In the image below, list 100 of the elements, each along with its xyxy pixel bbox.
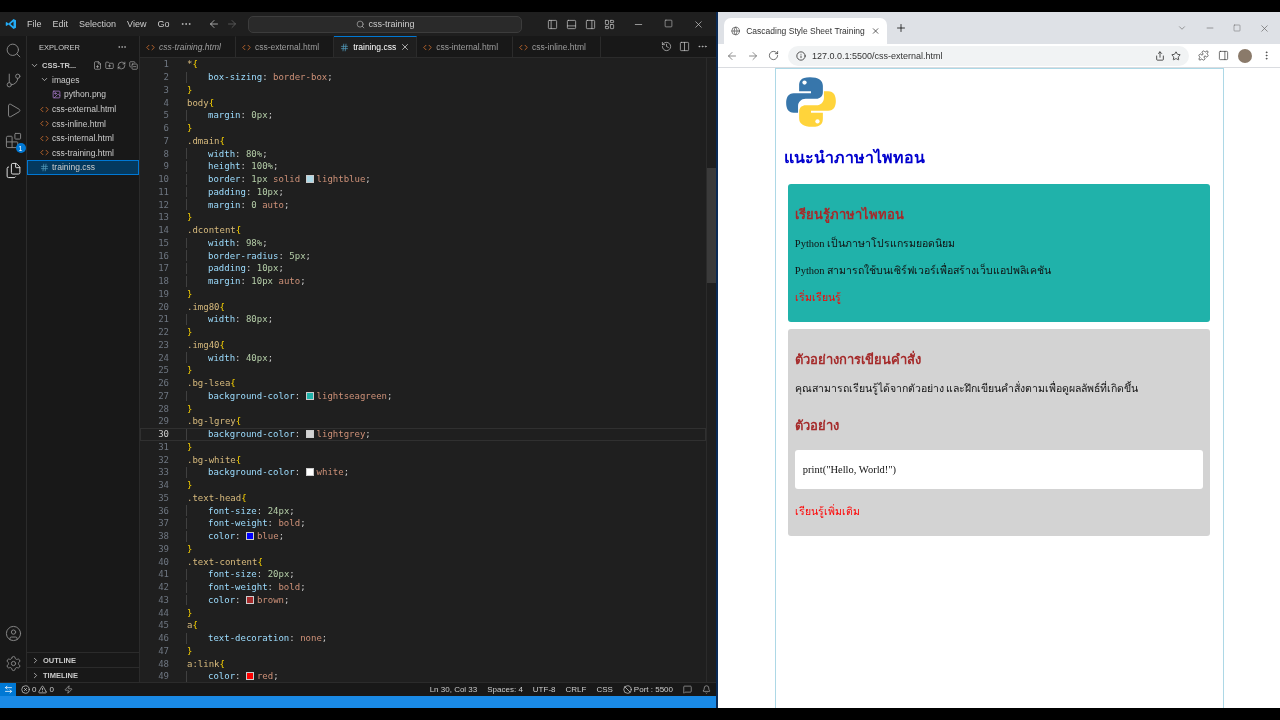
code-text: } [187,288,193,299]
card-heading: เรียนรู้ภาษาไพทอน [794,206,904,225]
code-text: text-decoration: none; [208,633,328,644]
code-example: print("Hello, World!") [794,450,1204,489]
code-text: } [187,403,193,414]
code-text: margin: 0 auto; [208,199,290,210]
line-number: 27 [157,390,169,401]
code-text: a:link{ [187,658,225,669]
port-status[interactable]: Port : 5500 [633,685,673,694]
line-number: 24 [157,352,169,363]
line-number: 39 [157,543,169,554]
code-text: margin: 10px auto; [208,276,306,287]
line-number: 6 [162,123,169,134]
code-text: padding: 10px; [208,186,284,197]
line-number: 22 [157,327,169,338]
status-item[interactable]: Ln 30, Col 33 [429,685,478,694]
status-item[interactable]: CRLF [565,685,587,694]
menu-item[interactable]: File [27,19,42,29]
line-number: 10 [157,174,169,185]
code-text: .bg-white{ [187,454,242,465]
menu-item[interactable]: Selection [79,19,117,29]
code-text: .dcontent{ [187,225,242,236]
line-number: 21 [157,314,169,325]
tree-item[interactable]: css-internal.html [27,130,139,146]
code-text: lightseagreen; [316,390,393,401]
code-text: } [187,212,193,223]
code-text: body{ [187,97,215,108]
code-text: font-size: 24px; [208,505,295,516]
code-text: color: [208,671,242,682]
command-center[interactable]: css-training [248,15,523,33]
code-text: padding: 10px; [208,263,284,274]
line-number: 30 [157,429,169,440]
menu-item[interactable]: Edit [52,19,69,29]
tree-item[interactable]: css-inline.html [27,116,139,131]
tree-item[interactable]: training.css [27,160,139,175]
line-number: 7 [162,135,169,146]
line-number: 44 [157,607,169,618]
menu-item[interactable]: View [127,19,147,29]
code-text: .text-head{ [187,492,247,503]
line-number: 5 [162,110,169,121]
editor-tab[interactable]: training.css [334,36,418,57]
tree-item[interactable]: css-external.html [27,101,139,117]
code-text: } [187,645,193,656]
card-text: Python สามารถใช้บนเซิร์ฟเวอร์เพื่อสร้างเว็บแอปพลิเคชัน [794,262,1052,278]
code-text: .img40{ [187,339,225,350]
line-number: 31 [157,441,169,452]
code-text: .bg-lgrey{ [187,416,242,427]
code-text: red; [256,671,279,682]
line-number: 8 [162,148,169,159]
code-text: background-color: [208,467,302,478]
card-text: Python เป็นภาษาโปรแกรมยอดนิยม [794,235,956,251]
code-text: color: [208,531,242,542]
code-text: *{ [187,59,198,70]
code-text: background-color: [208,390,302,401]
line-number: 13 [157,212,169,223]
status-item[interactable]: CSS [596,685,613,694]
folder-tree-item[interactable]: images [27,72,139,88]
line-number: 48 [157,658,169,669]
line-number: 26 [157,378,169,389]
code-text: } [187,543,193,554]
line-number: 40 [157,556,169,567]
code-text: .img80{ [187,301,225,312]
code-text: width: 40px; [208,352,274,363]
code-text: font-weight: bold; [208,518,306,529]
code-text: font-size: 20px; [208,569,295,580]
code-text: blue; [256,531,285,542]
menu-item[interactable]: Go [157,19,170,29]
line-number: 4 [162,97,169,108]
code-text: lightgrey; [316,429,371,440]
address-bar[interactable]: 127.0.0.1:5500/css-external.html [788,45,1189,66]
code-text: border: 1px solid [208,174,302,185]
code-text: brown; [256,594,290,605]
line-number: 15 [157,237,169,248]
line-number: 12 [157,199,169,210]
code-text: } [187,123,193,134]
browser-tab[interactable]: Cascading Style Sheet Training [724,18,887,44]
line-number: 29 [157,416,169,427]
tree-item[interactable]: css-training.html [27,145,139,161]
line-number: 11 [157,186,169,197]
status-item[interactable]: UTF-8 [532,685,556,694]
code-text: } [187,607,193,618]
line-number: 41 [157,569,169,580]
warning-count[interactable]: 0 [49,685,54,694]
code-text: box-sizing: border-box; [208,72,333,83]
line-number: 19 [157,288,169,299]
status-item[interactable]: Spaces: 4 [487,685,523,694]
code-text: height: 100%; [208,161,279,172]
error-count[interactable]: 0 [32,685,37,694]
page-heading: แนะนำภาษาไพทอน [783,147,925,169]
tree-item[interactable]: python.png [27,87,139,102]
code-text: a{ [187,620,198,631]
line-number: 34 [157,480,169,491]
line-number: 14 [157,225,169,236]
code-text: } [187,365,193,376]
line-number: 32 [157,454,169,465]
code-text: .text-content{ [187,556,263,567]
line-number: 16 [157,250,169,261]
line-number: 1 [162,59,169,70]
card-text: คุณสามารถเรียนรู้ได้จากตัวอย่าง และฝึกเขียนคำสั่งตามเพื่อดูผลลัพธ์ที่เกิดขึ้น [794,380,1139,397]
line-number: 49 [157,671,169,682]
